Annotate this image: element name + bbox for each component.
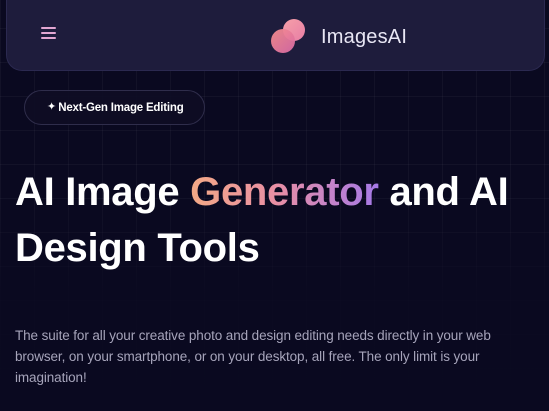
imagesai-logo-icon [269, 17, 309, 55]
menu-bar [41, 32, 56, 34]
hamburger-menu-icon[interactable] [41, 24, 59, 42]
navbar: ImagesAI [6, 0, 545, 71]
headline-text: AI Image [15, 170, 191, 214]
hero-description: The suite for all your creative photo an… [15, 328, 491, 385]
hero-headline: AI Image Generator and AI Design Tools [15, 164, 535, 276]
menu-bar [41, 37, 56, 39]
badge-label: Next-Gen Image Editing [58, 101, 184, 114]
brand-name: ImagesAI [321, 25, 408, 48]
next-gen-badge[interactable]: ✦ Next-Gen Image Editing [24, 90, 205, 125]
sparkle-icon: ✦ [47, 101, 57, 113]
brand-link[interactable]: ImagesAI [269, 17, 407, 55]
menu-bar [41, 27, 56, 29]
page: ImagesAI ✦ Next-Gen Image Editing AI Ima… [0, 0, 549, 411]
logo-circle [271, 29, 295, 53]
headline-highlight: Generator [190, 170, 379, 214]
